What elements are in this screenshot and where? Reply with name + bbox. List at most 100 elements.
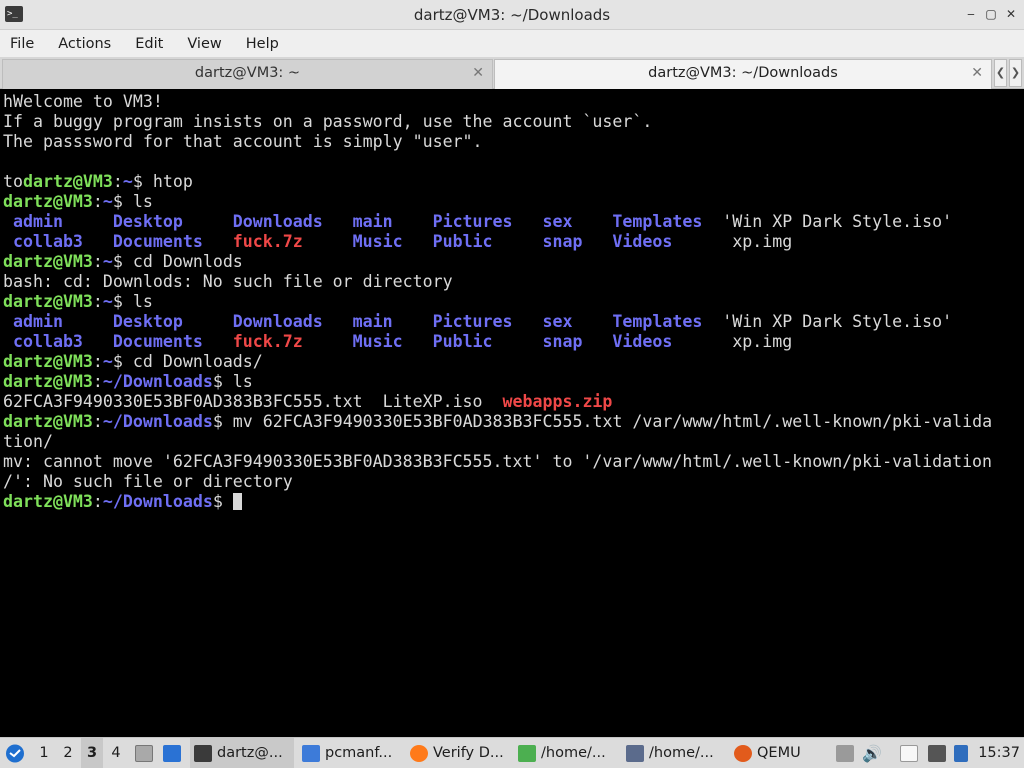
terminal-line: 62FCA3F9490330E53BF0AD383B3FC555.txt Lit… xyxy=(3,392,1024,412)
terminal-line: If a buggy program insists on a password… xyxy=(3,112,1024,132)
terminal-segment: : xyxy=(92,192,103,211)
task-image-viewer[interactable]: /home/... xyxy=(622,738,726,768)
terminal-segment: : xyxy=(92,352,103,371)
terminal-segment: dartz@VM3 xyxy=(3,412,93,431)
window-title: dartz@VM3: ~/Downloads xyxy=(413,6,611,24)
terminal-segment: $ ls xyxy=(112,192,153,211)
tab-downloads[interactable]: dartz@VM3: ~/Downloads ✕ xyxy=(494,59,992,89)
terminal-line: tion/ xyxy=(3,432,1024,452)
task-label: QEMU xyxy=(757,745,801,761)
folder-icon xyxy=(302,745,320,762)
menu-help[interactable]: Help xyxy=(246,36,289,52)
task-firefox[interactable]: Verify D... xyxy=(406,738,510,768)
terminal-segment: dartz@VM3 xyxy=(3,292,93,311)
tray-bluetooth-icon[interactable] xyxy=(954,745,968,762)
terminal-segment: Music Public snap Videos xyxy=(352,332,673,351)
terminal-icon xyxy=(194,745,212,762)
tab-close-icon[interactable]: ✕ xyxy=(472,60,484,87)
task-editor[interactable]: /home/... xyxy=(514,738,618,768)
terminal-segment: The passsword for that account is simply… xyxy=(3,132,483,151)
terminal-segment: 'Win XP Dark Style.iso' xyxy=(712,312,953,331)
terminal-segment xyxy=(303,332,353,351)
menu-file[interactable]: File xyxy=(10,36,44,52)
task-terminal[interactable]: dartz@... xyxy=(190,738,294,768)
terminal-segment: admin Desktop Downloads main Pictures se… xyxy=(3,312,713,331)
terminal-segment: $ cd Downlods xyxy=(112,252,243,271)
launcher-icon[interactable] xyxy=(135,745,153,762)
maximize-icon[interactable]: ▢ xyxy=(984,7,998,21)
firefox-icon xyxy=(410,745,428,762)
show-desktop-icon[interactable] xyxy=(163,745,181,762)
volume-icon[interactable]: 🔊 xyxy=(862,738,882,768)
terminal-line: mv: cannot move '62FCA3F9490330E53BF0AD3… xyxy=(3,452,1024,472)
terminal-segment: ~ xyxy=(102,352,113,371)
image-viewer-icon xyxy=(626,745,644,762)
menu-actions[interactable]: Actions xyxy=(58,36,121,52)
minimize-icon[interactable]: ‒ xyxy=(964,7,978,21)
workspace-4[interactable]: 4 xyxy=(105,738,127,768)
text-editor-icon xyxy=(518,745,536,762)
menu-edit[interactable]: Edit xyxy=(135,36,173,52)
close-icon[interactable]: ✕ xyxy=(1004,7,1018,21)
terminal-segment: dartz@VM3 xyxy=(3,492,93,511)
terminal-segment: : xyxy=(112,172,123,191)
workspace-1[interactable]: 1 xyxy=(33,738,55,768)
workspace-3[interactable]: 3 xyxy=(81,738,103,768)
terminal-segment: hWelcome to VM3! xyxy=(3,92,163,111)
tab-label: dartz@VM3: ~/Downloads xyxy=(648,65,838,81)
terminal-segment: dartz@VM3 xyxy=(3,352,93,371)
terminal-line: todartz@VM3:~$ htop xyxy=(3,172,1024,192)
terminal-segment: dartz@VM3 xyxy=(3,372,93,391)
terminal-segment xyxy=(303,232,353,251)
terminal-segment: dartz@VM3 xyxy=(22,172,113,191)
start-menu-icon[interactable] xyxy=(4,738,26,768)
terminal-segment: ~/Downloads xyxy=(102,492,213,511)
terminal-line: dartz@VM3:~$ ls xyxy=(3,292,1024,312)
workspace-2[interactable]: 2 xyxy=(57,738,79,768)
terminal-segment: 'Win XP Dark Style.iso' xyxy=(712,212,953,231)
terminal-segment: ~ xyxy=(102,252,113,271)
terminal-segment: $ xyxy=(212,492,233,511)
terminal-line: bash: cd: Downlods: No such file or dire… xyxy=(3,272,1024,292)
terminal-segment: ~/Downloads xyxy=(102,412,213,431)
terminal-line: dartz@VM3:~/Downloads$ ls xyxy=(3,372,1024,392)
tab-label: dartz@VM3: ~ xyxy=(194,65,301,81)
terminal-segment: $ ls xyxy=(212,372,253,391)
terminal-segment: ~ xyxy=(102,292,113,311)
terminal-line: The passsword for that account is simply… xyxy=(3,132,1024,152)
tab-close-icon[interactable]: ✕ xyxy=(971,60,983,87)
terminal-line: admin Desktop Downloads main Pictures se… xyxy=(3,212,1024,232)
tab-scroll-left-icon[interactable]: ❮ xyxy=(994,59,1007,87)
tab-home[interactable]: dartz@VM3: ~ ✕ xyxy=(2,59,493,89)
terminal-line: collab3 Documents fuck.7z Music Public s… xyxy=(3,332,1024,352)
task-qemu[interactable]: QEMU xyxy=(730,738,830,768)
terminal-segment: $ mv 62FCA3F9490330E53BF0AD383B3FC555.tx… xyxy=(212,412,993,431)
terminal-segment: webapps.zip xyxy=(502,392,613,411)
network-icon[interactable] xyxy=(928,745,946,762)
terminal-segment: : xyxy=(92,412,103,431)
terminal-segment: fuck.7z xyxy=(232,332,303,351)
terminal-segment: : xyxy=(92,372,103,391)
menu-view[interactable]: View xyxy=(187,36,231,52)
terminal-line: collab3 Documents fuck.7z Music Public s… xyxy=(3,232,1024,252)
clipboard-icon[interactable] xyxy=(900,745,918,762)
terminal-output[interactable]: hWelcome to VM3! If a buggy program insis… xyxy=(0,89,1024,737)
task-label: Verify D... xyxy=(433,745,504,761)
terminal-segment: ~ xyxy=(122,172,133,191)
tab-scroll-right-icon[interactable]: ❯ xyxy=(1009,59,1022,87)
terminal-cursor xyxy=(232,493,242,510)
task-pcmanfm[interactable]: pcmanf... xyxy=(298,738,402,768)
terminal-segment: ~/Downloads xyxy=(102,372,213,391)
terminal-segment: collab3 Documents xyxy=(3,332,233,351)
terminal-segment: to xyxy=(3,172,23,191)
terminal-line: dartz@VM3:~$ cd Downloads/ xyxy=(3,352,1024,372)
terminal-segment: dartz@VM3 xyxy=(3,252,93,271)
menu-bar: File Actions Edit View Help xyxy=(0,30,1024,57)
task-label: /home/... xyxy=(649,745,714,761)
terminal-segment: collab3 Documents xyxy=(3,232,233,251)
terminal-segment: tion/ xyxy=(3,432,53,451)
clock[interactable]: 15:37 xyxy=(978,738,1020,768)
tray-updates-icon[interactable] xyxy=(836,745,854,762)
terminal-segment: 62FCA3F9490330E53BF0AD383B3FC555.txt Lit… xyxy=(3,392,503,411)
terminal-segment: : xyxy=(92,252,103,271)
